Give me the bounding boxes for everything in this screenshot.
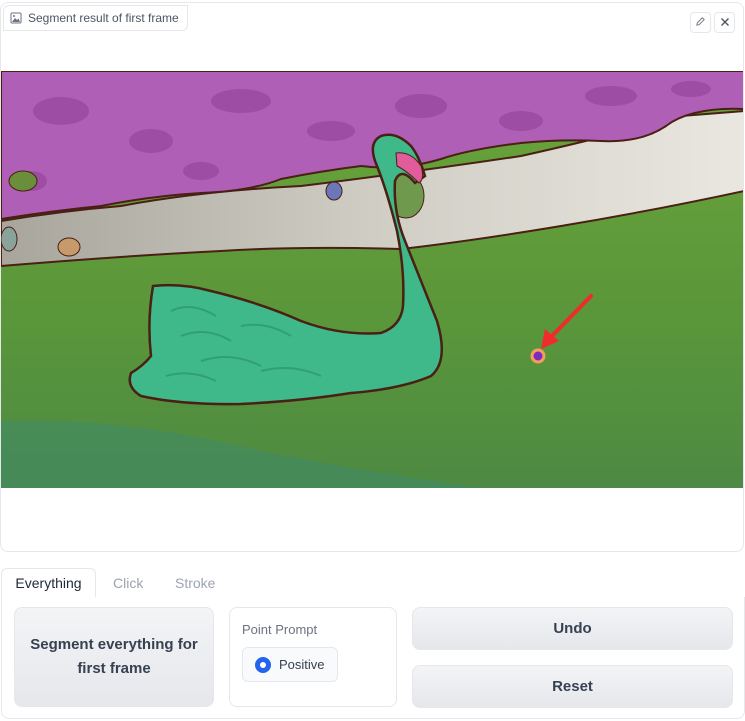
close-icon <box>720 14 730 32</box>
tab-stroke[interactable]: Stroke <box>159 568 231 598</box>
reset-button[interactable]: Reset <box>412 665 733 708</box>
everything-panel: Segment everything for first frame Point… <box>1 597 745 719</box>
image-panel: Segment result of first frame <box>0 2 744 552</box>
click-point-marker <box>530 348 546 364</box>
radio-selected-icon <box>255 656 271 673</box>
close-button[interactable] <box>714 12 735 33</box>
edit-button[interactable] <box>690 12 711 33</box>
tab-click[interactable]: Click <box>97 568 159 598</box>
point-prompt-group: Point Prompt Positive <box>229 607 397 707</box>
mask-blob-tan <box>57 237 81 257</box>
panel-actions <box>690 12 735 33</box>
mask-blob-green <box>8 170 38 192</box>
positive-radio[interactable]: Positive <box>242 647 338 682</box>
mask-blob-blue <box>325 181 343 201</box>
segmented-image[interactable] <box>1 71 744 488</box>
positive-radio-label: Positive <box>279 657 325 672</box>
mask-blob-grey <box>1 226 18 252</box>
image-label: Segment result of first frame <box>3 5 188 31</box>
point-prompt-title: Point Prompt <box>242 622 318 637</box>
undo-button[interactable]: Undo <box>412 607 733 650</box>
edit-icon <box>695 14 706 32</box>
segment-everything-button[interactable]: Segment everything for first frame <box>14 607 214 707</box>
image-icon <box>10 12 22 24</box>
tab-bar: Everything Click Stroke <box>0 568 745 598</box>
image-label-text: Segment result of first frame <box>28 11 179 25</box>
tab-everything[interactable]: Everything <box>1 568 96 598</box>
